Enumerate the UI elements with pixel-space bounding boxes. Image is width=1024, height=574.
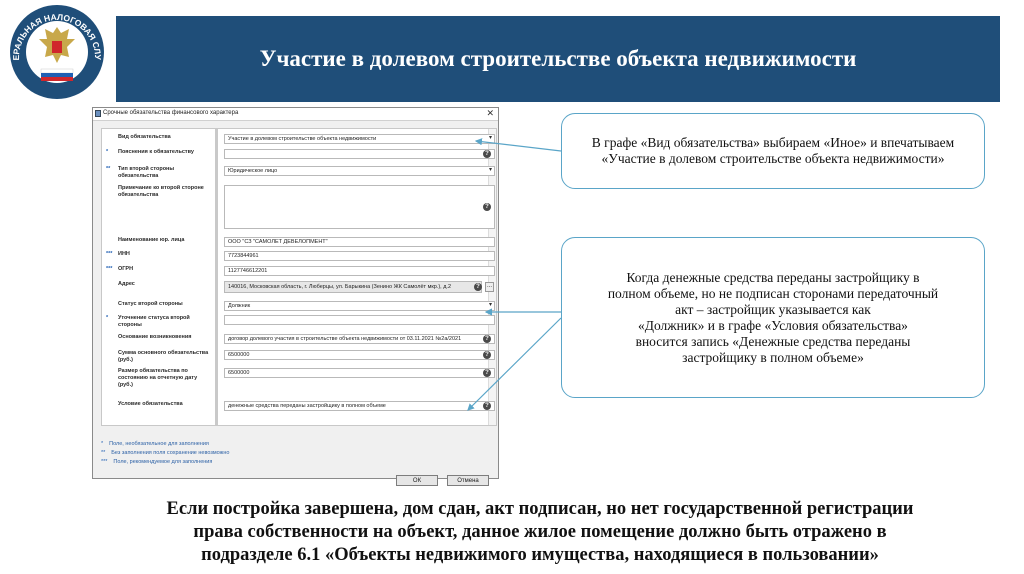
field-label: Пояснения к обязательству [118, 149, 194, 155]
text-field[interactable]: 7723844961 [224, 251, 495, 261]
field-label: Условие обязательства [118, 401, 183, 407]
dialog-titlebar: Срочные обязательства финансового характ… [93, 108, 498, 121]
legend-item: ** Без заполнения поля сохранение невозмо… [101, 450, 230, 456]
field-value: 6500000 [228, 352, 250, 358]
field-label: Примечание ко второй стороне обязательст… [118, 185, 204, 198]
text-field[interactable] [224, 315, 495, 325]
field-label: ОГРН [118, 266, 134, 272]
callout-line: акт – застройщик указывается как [675, 301, 871, 317]
ok-button[interactable]: ОК [396, 475, 438, 486]
help-icon[interactable]: ? [483, 335, 491, 343]
close-icon[interactable]: ✕ [486, 108, 494, 119]
text-field[interactable]: 1127746612201 [224, 266, 495, 276]
legend-item: *** Поле, рекомендуемое для заполнения [101, 459, 213, 465]
field-value: договор долевого участия в строительстве… [228, 336, 462, 342]
callout-line: «Должник» и в графе «Условия обязательст… [638, 317, 908, 333]
callout-line: полном объеме, но не подписан сторонами … [607, 285, 939, 301]
field-marker: * [106, 149, 109, 155]
callout-debtor-status: Когда денежные средства переданы застрой… [561, 237, 985, 398]
obligations-dialog: Срочные обязательства финансового характ… [92, 107, 499, 486]
bottom-line: права собственности на объект, данное жи… [193, 522, 887, 542]
field-label: Вид обязательства [118, 134, 171, 140]
field-value: 7723844961 [228, 253, 259, 259]
field-marker: ** [106, 166, 111, 172]
field-label: ИНН [118, 251, 130, 257]
browse-button[interactable]: ... [485, 282, 494, 292]
chevron-down-icon[interactable]: ▾ [489, 302, 492, 309]
field-marker: * [106, 315, 109, 321]
help-icon[interactable]: ? [483, 150, 491, 158]
select-field[interactable]: Участие в долевом строительстве объекта … [224, 134, 495, 144]
help-icon[interactable]: ? [483, 203, 491, 211]
slide-header: Участие в долевом строительстве объекта … [116, 16, 1000, 102]
text-field[interactable]: 140016, Московская область, г. Люберцы, … [224, 281, 482, 293]
field-label: Основание возникновения [118, 334, 192, 340]
slide-title: Участие в долевом строительстве объекта … [259, 46, 857, 71]
text-field[interactable]: 6500000 [224, 368, 495, 378]
text-field[interactable]: денежные средства переданы застройщику в… [224, 401, 495, 411]
callout-line: Когда денежные средства переданы застрой… [626, 269, 920, 285]
fns-emblem-logo: ФЕДЕРАЛЬНАЯ НАЛОГОВАЯ СЛУЖБА [3, 3, 104, 99]
callout-line: вносится запись «Денежные средства перед… [635, 333, 911, 349]
field-value: Юридическое лицо [228, 168, 278, 174]
field-label: Статус второй стороны [118, 301, 183, 307]
chevron-down-icon[interactable]: ▾ [489, 167, 492, 174]
bottom-line: подразделе 6.1 «Объекты недвижимого имущ… [201, 545, 879, 565]
field-value: ООО "СЗ "САМОЛЕТ ДЕВЕЛОПМЕНТ" [228, 239, 328, 245]
field-label: Тип второй стороны обязательства [118, 166, 175, 179]
help-icon[interactable]: ? [483, 402, 491, 410]
help-icon[interactable]: ? [483, 351, 491, 359]
textarea-field[interactable] [224, 185, 495, 229]
callout-line: застройщику в полном объеме» [682, 349, 864, 365]
text-field[interactable] [224, 149, 495, 159]
field-marker: *** [106, 251, 113, 257]
help-icon[interactable]: ? [483, 369, 491, 377]
text-field[interactable]: ООО "СЗ "САМОЛЕТ ДЕВЕЛОПМЕНТ" [224, 237, 495, 247]
field-label: Уточнение статуса второй стороны [118, 315, 190, 328]
field-label: Наименование юр. лица [118, 237, 185, 243]
field-value: Должник [228, 303, 251, 309]
field-value: 1127746612201 [228, 268, 268, 274]
app-icon [95, 110, 101, 117]
legend: * Поле, необязательное для заполнения ** Б… [101, 440, 229, 467]
select-field[interactable]: Должник ▾ [224, 301, 495, 311]
field-label: Адрес [118, 281, 135, 287]
field-value: денежные средства переданы застройщику в… [228, 403, 386, 409]
field-label: Сумма основного обязательства (руб.) [118, 350, 209, 363]
form-panel: Вид обязательства Участие в долевом строи… [101, 128, 497, 426]
field-marker: *** [106, 266, 113, 272]
field-label: Размер обязательства по состоянию на отч… [118, 368, 198, 388]
cancel-button[interactable]: Отмена [447, 475, 489, 486]
field-value: Участие в долевом строительстве объекта … [228, 136, 377, 142]
bottom-note: Если постройка завершена, дом сдан, акт … [60, 498, 1020, 567]
text-field[interactable]: 6500000 [224, 350, 495, 360]
dialog-title: Срочные обязательства финансового характ… [103, 110, 239, 116]
legend-item: * Поле, необязательное для заполнения [101, 441, 209, 447]
help-icon[interactable]: ? [474, 283, 482, 291]
text-field[interactable]: договор долевого участия в строительстве… [224, 334, 495, 344]
column-divider[interactable] [215, 129, 218, 425]
select-field[interactable]: Юридическое лицо ▾ [224, 166, 495, 176]
bottom-line: Если постройка завершена, дом сдан, акт … [166, 499, 914, 519]
callout-obligation-type: В графе «Вид обязательства» выбираем «Ин… [561, 113, 985, 189]
field-value: 6500000 [228, 370, 250, 376]
chevron-down-icon[interactable]: ▾ [489, 135, 492, 142]
callout-obligation-type-text: В графе «Вид обязательства» выбираем «Ин… [591, 135, 955, 166]
field-value: 140016, Московская область, г. Люберцы, … [228, 284, 452, 290]
